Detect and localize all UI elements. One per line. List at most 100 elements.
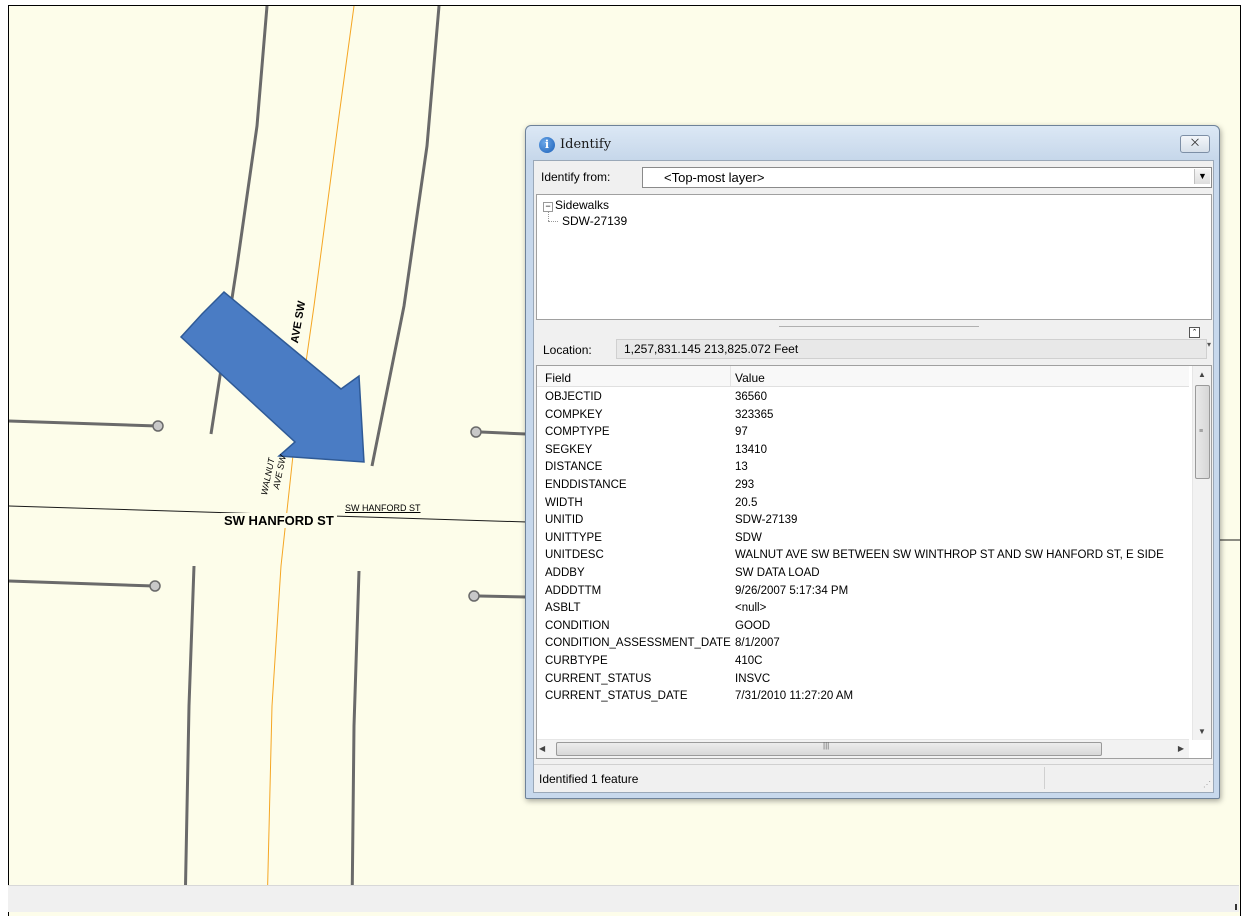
horizontal-scrollbar[interactable]: ◀ ||| ▶ bbox=[537, 739, 1189, 758]
cell-field: UNITTYPE bbox=[545, 531, 602, 544]
identify-window[interactable]: i Identify ⨉ Identify from: <Top-most la… bbox=[525, 125, 1220, 799]
cell-value: SDW bbox=[735, 531, 762, 544]
resize-grip-icon[interactable]: ⋰ bbox=[1203, 780, 1211, 789]
table-row[interactable]: COMPKEY 323365 bbox=[537, 407, 1189, 425]
table-row[interactable]: CONDITION_ASSESSMENT_DATE 8/1/2007 bbox=[537, 635, 1189, 653]
sidewalk-line bbox=[480, 430, 527, 436]
cell-field: ASBLT bbox=[545, 602, 581, 615]
table-row[interactable]: ASBLT <null> bbox=[537, 600, 1189, 618]
cell-value: <null> bbox=[735, 602, 767, 615]
street-label-small: SW HANFORD ST bbox=[345, 503, 421, 513]
cell-value: 97 bbox=[735, 426, 748, 439]
vertical-scrollbar[interactable]: ▲ ≡ ▼ bbox=[1192, 366, 1211, 740]
panel-splitter[interactable]: ⌃⌄ bbox=[534, 321, 1213, 353]
cell-field: SEGKEY bbox=[545, 443, 593, 456]
cell-value: 323365 bbox=[735, 408, 774, 421]
bottom-tick bbox=[1235, 904, 1237, 910]
cell-field: CURBTYPE bbox=[545, 654, 608, 667]
cell-value: 36560 bbox=[735, 391, 767, 403]
column-divider[interactable] bbox=[730, 366, 731, 386]
table-row[interactable]: CONDITION GOOD bbox=[537, 618, 1189, 636]
grip-icon: ≡ bbox=[1199, 428, 1204, 435]
tree-connector bbox=[548, 212, 549, 221]
cell-value: GOOD bbox=[735, 619, 771, 632]
table-row[interactable]: UNITDESC WALNUT AVE SW BETWEEN SW WINTHRO… bbox=[537, 547, 1189, 565]
cell-value: 13 bbox=[735, 461, 748, 474]
cell-value: 410C bbox=[735, 654, 763, 667]
table-row[interactable]: UNITID SDW-27139 bbox=[537, 512, 1189, 530]
scroll-left-icon[interactable]: ◀ bbox=[539, 740, 545, 758]
cell-field: ADDDTTM bbox=[545, 584, 602, 597]
sidewalk-line bbox=[478, 594, 527, 599]
scroll-up-icon[interactable]: ▲ bbox=[1193, 366, 1211, 383]
cell-field: ADDBY bbox=[545, 566, 585, 579]
close-button[interactable]: ⨉ bbox=[1180, 135, 1210, 153]
sidewalk-line bbox=[183, 565, 196, 912]
pin-icon[interactable]: ▾ bbox=[1207, 340, 1211, 349]
table-row[interactable]: COMPTYPE 97 bbox=[537, 424, 1189, 442]
table-row[interactable]: CURBTYPE 410C bbox=[537, 653, 1189, 671]
cell-value: 9/26/2007 5:17:34 PM bbox=[735, 584, 849, 597]
table-row[interactable]: ADDDTTM 9/26/2007 5:17:34 PM bbox=[537, 583, 1189, 601]
identify-from-row: Identify from: <Top-most layer> ▼ bbox=[534, 161, 1213, 191]
table-row[interactable]: ADDBY SW DATA LOAD bbox=[537, 565, 1189, 583]
grid-header: Field Value bbox=[537, 366, 1189, 387]
scroll-down-icon[interactable]: ▼ bbox=[1193, 723, 1211, 740]
tree-connector bbox=[548, 221, 558, 222]
map-status-bar bbox=[8, 885, 1239, 912]
tree-feature-item[interactable]: SDW-27139 bbox=[560, 214, 629, 228]
cell-field: UNITDESC bbox=[545, 549, 604, 562]
cell-field: OBJECTID bbox=[545, 391, 602, 403]
cell-value: INSVC bbox=[735, 672, 771, 685]
cell-value: 7/31/2010 11:27:20 AM bbox=[735, 690, 854, 703]
identify-from-label: Identify from: bbox=[541, 170, 611, 184]
identify-from-dropdown[interactable]: <Top-most layer> ▼ bbox=[642, 167, 1212, 188]
column-header-value[interactable]: Value bbox=[735, 371, 765, 385]
attribute-grid[interactable]: Field Value OBJECTID 36560 COMPKEY 323365 … bbox=[536, 365, 1212, 759]
results-tree[interactable]: − Sidewalks SDW-27139 bbox=[536, 194, 1212, 320]
cell-field: CONDITION bbox=[545, 619, 610, 632]
table-row[interactable]: DISTANCE 13 bbox=[537, 459, 1189, 477]
sidewalk-endpoint bbox=[468, 590, 480, 602]
horizontal-scroll-thumb[interactable]: ||| bbox=[556, 741, 1102, 756]
cell-field: DISTANCE bbox=[545, 461, 603, 474]
table-row[interactable]: WIDTH 20.5 bbox=[537, 495, 1189, 513]
column-header-field[interactable]: Field bbox=[545, 371, 571, 385]
identify-from-value: <Top-most layer> bbox=[664, 170, 765, 185]
status-divider bbox=[1044, 767, 1045, 789]
sidewalk-line bbox=[370, 6, 441, 467]
grid-rows: OBJECTID 36560 COMPKEY 323365 COMPTYPE 97 S… bbox=[537, 389, 1189, 706]
identify-titlebar[interactable]: i Identify ⨉ bbox=[526, 126, 1219, 160]
sidewalk-line bbox=[9, 579, 155, 588]
cell-value: SW DATA LOAD bbox=[735, 566, 820, 579]
info-icon: i bbox=[539, 137, 555, 153]
table-row[interactable]: CURRENT_STATUS INSVC bbox=[537, 671, 1189, 689]
cell-value: 8/1/2007 bbox=[735, 637, 780, 650]
sidewalk-endpoint bbox=[152, 420, 164, 432]
collapse-icon[interactable]: − bbox=[543, 202, 553, 212]
table-row[interactable]: UNITTYPE SDW bbox=[537, 530, 1189, 548]
sidewalk-endpoint bbox=[470, 426, 482, 438]
status-bar: Identified 1 feature ⋰ bbox=[534, 764, 1213, 791]
cell-field: CURRENT_STATUS_DATE bbox=[545, 690, 688, 703]
table-row[interactable]: OBJECTID 36560 bbox=[537, 389, 1189, 407]
table-row[interactable]: ENDDISTANCE 293 bbox=[537, 477, 1189, 495]
status-text: Identified 1 feature bbox=[539, 772, 639, 786]
vertical-scroll-thumb[interactable]: ≡ bbox=[1195, 385, 1210, 479]
cell-field: CURRENT_STATUS bbox=[545, 672, 652, 685]
sidewalk-endpoint bbox=[149, 580, 161, 592]
sidewalk-line bbox=[9, 419, 158, 428]
cell-value: 293 bbox=[735, 478, 755, 491]
location-row: Location: 1,257,831.145 213,825.072 Feet… bbox=[534, 337, 1213, 361]
cell-value: 20.5 bbox=[735, 496, 758, 509]
scroll-right-icon[interactable]: ▶ bbox=[1178, 740, 1184, 758]
table-row[interactable]: CURRENT_STATUS_DATE 7/31/2010 11:27:20 AM bbox=[537, 688, 1189, 706]
tree-layer-sidewalks[interactable]: Sidewalks bbox=[555, 198, 609, 212]
cell-value: WALNUT AVE SW BETWEEN SW WINTHROP ST AND… bbox=[735, 549, 1164, 562]
splitter-grip bbox=[779, 326, 979, 327]
cell-field: CONDITION_ASSESSMENT_DATE bbox=[545, 637, 731, 650]
table-row[interactable]: SEGKEY 13410 bbox=[537, 442, 1189, 460]
cell-value: SDW-27139 bbox=[735, 514, 798, 527]
chevron-down-icon[interactable]: ▼ bbox=[1194, 169, 1210, 184]
cell-field: COMPTYPE bbox=[545, 426, 610, 439]
